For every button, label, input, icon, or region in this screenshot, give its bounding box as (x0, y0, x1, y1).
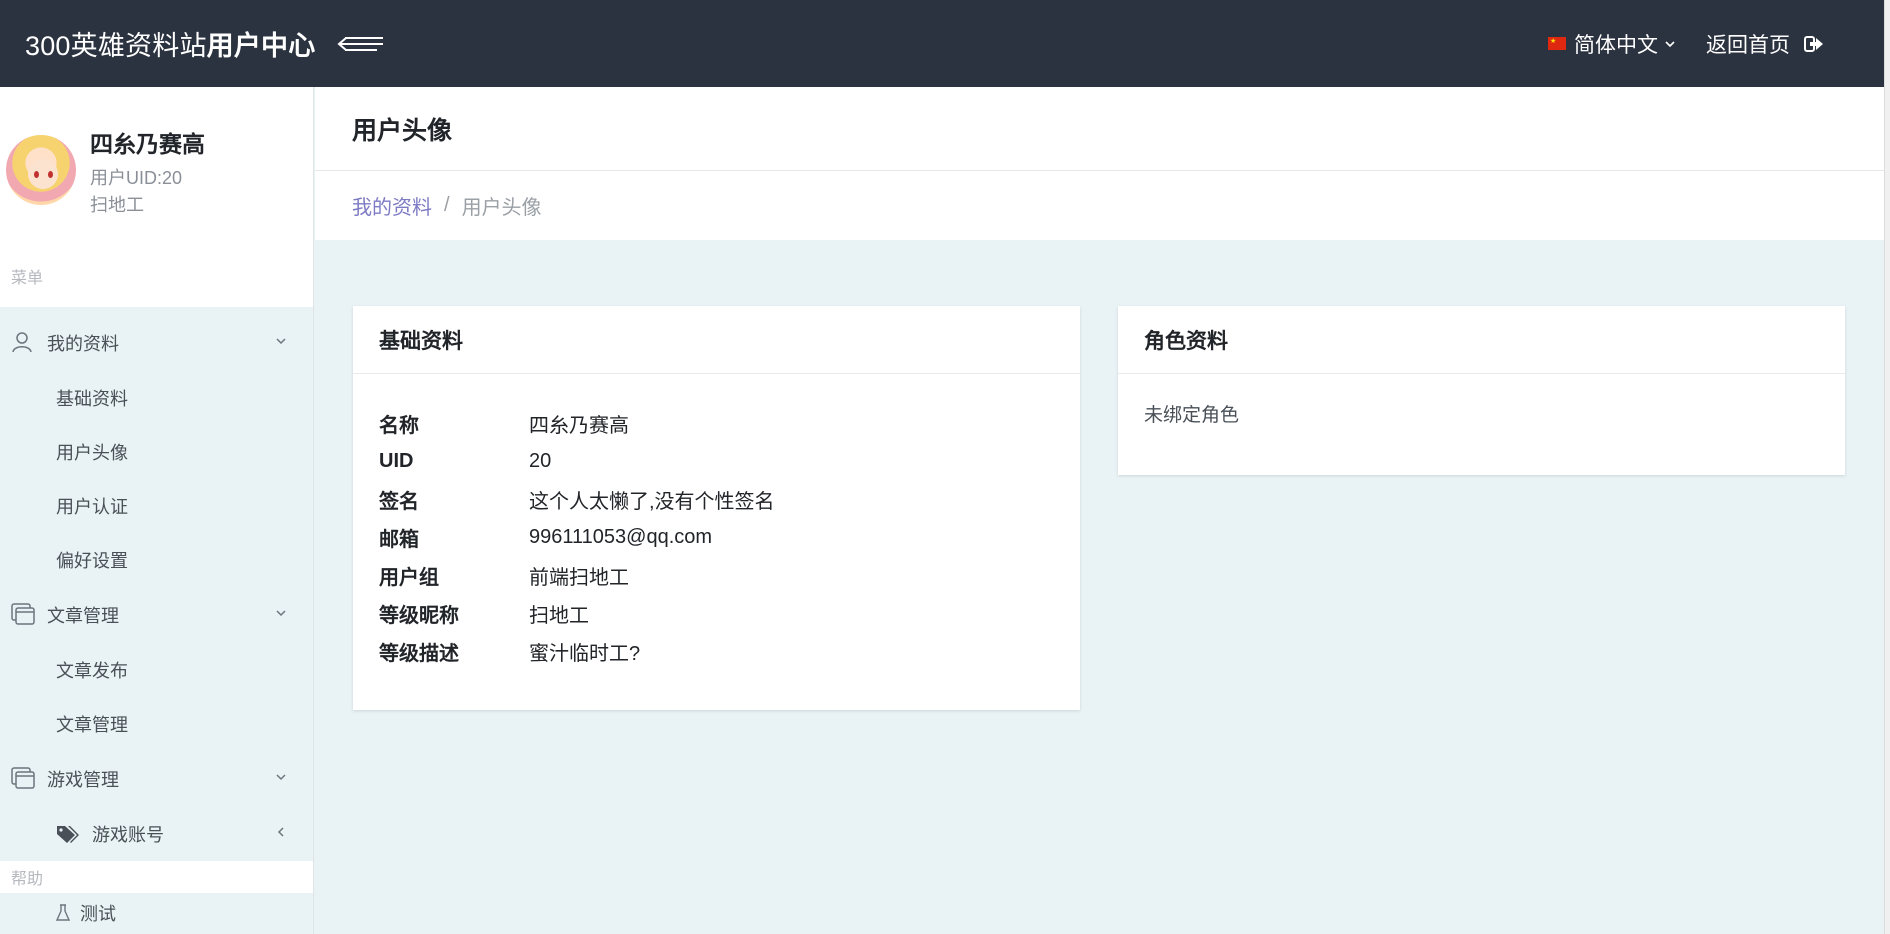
sign-out-icon (1804, 35, 1824, 53)
sidebar-item-label: 基础资料 (56, 389, 128, 409)
chevron-down-icon (275, 335, 287, 347)
basic-info-table: 名称 四糸乃赛高 UID 20 签名 这个人太懒了,没有个性签名 邮箱 9961… (353, 374, 1080, 670)
chevron-down-icon (1664, 38, 1676, 50)
info-row-name: 名称 四糸乃赛高 (379, 404, 1080, 442)
brand-section-name: 用户中心 (206, 31, 316, 61)
chevron-left-icon (275, 826, 287, 838)
sidebar-item-label: 文章管理 (56, 715, 128, 735)
info-key: 等级描述 (379, 642, 459, 665)
info-key: 用户组 (379, 566, 439, 589)
page-header: 用户头像 (315, 87, 1884, 171)
sidebar-group-my-profile[interactable]: 我的资料 (0, 315, 313, 371)
info-value: 蜜汁临时工? (529, 642, 641, 665)
chevron-down-icon (275, 771, 287, 783)
breadcrumb-current: 用户头像 (461, 197, 542, 219)
back-home-label: 返回首页 (1706, 33, 1790, 57)
user-level-title: 扫地工 (90, 195, 144, 215)
role-info-card: 角色资料 未绑定角色 (1118, 306, 1845, 475)
menu-toggle-icon[interactable] (337, 30, 385, 58)
sidebar-item-label: 文章发布 (56, 661, 128, 681)
user-uid: 用户UID:20 (90, 168, 183, 188)
info-row-level-description: 等级描述 蜜汁临时工? (379, 632, 1080, 670)
role-empty-text: 未绑定角色 (1144, 405, 1240, 426)
info-value: 20 (529, 449, 552, 472)
window-icon (11, 603, 35, 627)
chevron-down-icon (275, 607, 287, 619)
sidebar-item-publish-article[interactable]: 文章发布 (0, 643, 313, 697)
user-profile-block: 四糸乃赛高 用户UID:20 扫地工 菜单 (0, 87, 313, 307)
flask-icon (56, 904, 70, 922)
menu-section-label: 菜单 (11, 270, 44, 287)
info-key: 邮箱 (379, 528, 419, 551)
back-home-link[interactable]: 返回首页 (1706, 29, 1824, 59)
sidebar-group-label: 游戏管理 (47, 770, 119, 790)
sidebar-item-basic-info[interactable]: 基础资料 (0, 371, 313, 425)
sidebar-item-label: 测试 (80, 904, 116, 924)
info-row-signature: 签名 这个人太懒了,没有个性签名 (379, 480, 1080, 518)
user-icon (11, 331, 35, 355)
info-key: UID (379, 449, 414, 472)
sidebar: 四糸乃赛高 用户UID:20 扫地工 菜单 我的资料 基础资料 用户头像 用户认… (0, 87, 314, 934)
card-title: 基础资料 (353, 306, 1080, 374)
main-content: 用户头像 我的资料 / 用户头像 基础资料 名称 四糸乃赛高 UID 20 签名… (315, 87, 1884, 934)
info-key: 签名 (379, 490, 419, 513)
top-navbar: 300英雄资料站 用户中心 简体中文 返回首页 (0, 0, 1884, 87)
sidebar-item-test[interactable]: 测试 (0, 893, 313, 933)
info-value: 这个人太懒了,没有个性签名 (529, 490, 775, 513)
china-flag-icon (1548, 37, 1566, 50)
user-name: 四糸乃赛高 (90, 131, 205, 157)
sidebar-item-preferences[interactable]: 偏好设置 (0, 533, 313, 587)
basic-info-card: 基础资料 名称 四糸乃赛高 UID 20 签名 这个人太懒了,没有个性签名 邮箱… (353, 306, 1080, 710)
info-row-email: 邮箱 996111053@qq.com (379, 518, 1080, 556)
sidebar-item-label: 用户认证 (56, 497, 128, 517)
info-row-level-nickname: 等级昵称 扫地工 (379, 594, 1080, 632)
sidebar-group-articles[interactable]: 文章管理 (0, 587, 313, 643)
info-value: 前端扫地工 (529, 566, 629, 589)
page-title: 用户头像 (352, 116, 453, 145)
sidebar-item-label: 用户头像 (56, 443, 128, 463)
sidebar-item-manage-articles[interactable]: 文章管理 (0, 697, 313, 751)
sidebar-item-game-accounts[interactable]: 游戏账号 (0, 807, 313, 861)
brand-site-name: 300英雄资料站 (25, 31, 207, 61)
sidebar-item-label: 偏好设置 (56, 551, 128, 571)
card-title: 角色资料 (1118, 306, 1845, 374)
breadcrumb-link-my-profile[interactable]: 我的资料 (352, 191, 432, 220)
sidebar-group-label: 文章管理 (47, 606, 119, 626)
info-value: 四糸乃赛高 (529, 414, 629, 437)
breadcrumb: 我的资料 / 用户头像 (315, 171, 1884, 240)
avatar[interactable] (6, 135, 76, 205)
language-label: 简体中文 (1574, 33, 1658, 57)
info-key: 名称 (379, 414, 419, 437)
tags-icon (56, 824, 80, 844)
brand-logo[interactable]: 300英雄资料站 用户中心 (25, 24, 315, 63)
sidebar-item-label: 游戏账号 (92, 825, 164, 845)
sidebar-item-verification[interactable]: 用户认证 (0, 479, 313, 533)
language-selector[interactable]: 简体中文 (1548, 29, 1676, 59)
sidebar-item-avatar[interactable]: 用户头像 (0, 425, 313, 479)
info-key: 等级昵称 (379, 604, 459, 627)
info-row-uid: UID 20 (379, 442, 1080, 480)
info-value: 扫地工 (529, 604, 589, 627)
help-section-label: 帮助 (0, 861, 313, 893)
window-icon (11, 767, 35, 791)
page-scrollbar[interactable] (1884, 0, 1890, 934)
info-value: 996111053@qq.com (529, 525, 713, 548)
breadcrumb-separator: / (444, 194, 450, 216)
info-row-user-group: 用户组 前端扫地工 (379, 556, 1080, 594)
sidebar-group-label: 我的资料 (47, 334, 119, 354)
sidebar-group-games[interactable]: 游戏管理 (0, 751, 313, 807)
